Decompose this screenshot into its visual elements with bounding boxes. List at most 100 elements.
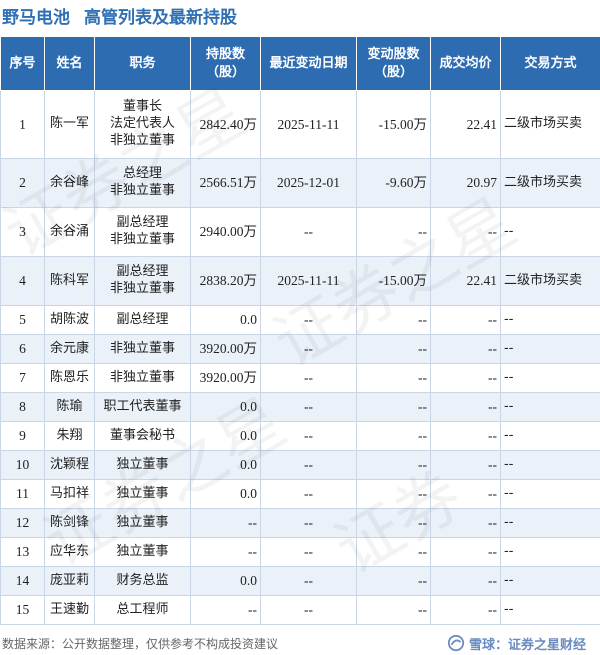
table-row: 6 余元康 非独立董事 3920.00万 -- -- -- -- <box>0 334 600 364</box>
column-header-text: 姓名 <box>56 55 83 71</box>
column-header: 姓名 <box>44 36 95 91</box>
cell-position: 总工程师 <box>94 595 191 625</box>
column-header-text: 最近变动日期 <box>269 55 348 71</box>
table-row: 5 胡陈波 副总经理 0.0 -- -- -- -- <box>0 305 600 335</box>
cell-shares: 2842.40万 <box>190 90 261 159</box>
column-header-text: 职务 <box>129 55 156 71</box>
cell-change: -- <box>356 334 431 364</box>
cell-change: -- <box>356 450 431 480</box>
table-row: 8 陈瑜 职工代表董事 0.0 -- -- -- -- <box>0 392 600 422</box>
cell-shares: -- <box>190 595 261 625</box>
cell-position: 副总经理 非独立董事 <box>94 207 191 257</box>
cell-name: 余谷峰 <box>44 158 95 208</box>
cell-name: 陈科军 <box>44 256 95 306</box>
cell-name: 沈颖程 <box>44 450 95 480</box>
brand-mark: 雪球：证券之星财经 <box>447 634 600 653</box>
cell-name: 陈瑜 <box>44 392 95 422</box>
cell-method: -- <box>500 595 600 625</box>
column-header-text: （股） <box>205 64 245 80</box>
cell-price: -- <box>430 595 501 625</box>
cell-change: -- <box>356 421 431 451</box>
table-row: 14 庞亚莉 财务总监 0.0 -- -- -- -- <box>0 566 600 596</box>
cell-name: 胡陈波 <box>44 305 95 335</box>
cell-method: 二级市场买卖 <box>500 90 600 159</box>
position-line: 财务总监 <box>116 572 169 588</box>
position-line: 总工程师 <box>116 601 169 617</box>
column-header: 序号 <box>0 36 45 91</box>
table-row: 4 陈科军 副总经理 非独立董事 2838.20万 2025-11-11 -15.00万 22… <box>0 256 600 306</box>
cell-position: 职工代表董事 <box>94 392 191 422</box>
position-line: 副总经理 <box>116 264 169 280</box>
table-row: 12 陈剑锋 独立董事 -- -- -- -- -- <box>0 508 600 538</box>
cell-index: 12 <box>0 508 45 538</box>
cell-date: -- <box>260 305 357 335</box>
cell-name: 陈一军 <box>44 90 95 159</box>
cell-change: -- <box>356 479 431 509</box>
column-header-text: 成交均价 <box>439 55 492 71</box>
cell-price: -- <box>430 537 501 567</box>
cell-position: 独立董事 <box>94 508 191 538</box>
column-header: 成交均价 <box>430 36 501 91</box>
cell-price: -- <box>430 508 501 538</box>
cell-index: 1 <box>0 90 45 159</box>
cell-index: 6 <box>0 334 45 364</box>
position-line: 非独立董事 <box>109 132 175 148</box>
cell-index: 8 <box>0 392 45 422</box>
table-body: 1 陈一军 董事长 法定代表人 非独立董事 2842.40万 2025-11-11 -15.0… <box>0 90 600 625</box>
cell-position: 财务总监 <box>94 566 191 596</box>
cell-method: -- <box>500 421 600 451</box>
table-row: 3 余谷涌 副总经理 非独立董事 2940.00万 -- -- -- -- <box>0 207 600 257</box>
column-header-text: 序号 <box>9 55 36 71</box>
cell-shares: 2838.20万 <box>190 256 261 306</box>
position-line: 非独立董事 <box>109 281 175 296</box>
cell-name: 王速勤 <box>44 595 95 625</box>
cell-position: 独立董事 <box>94 479 191 509</box>
cell-price: 22.41 <box>430 256 501 306</box>
cell-index: 3 <box>0 207 45 257</box>
table-header-row: 序号 姓名 职务 持股数 （股） 最近变动日期 变动股数 （股） 成交均价 交易方式 <box>0 36 600 91</box>
cell-method: 二级市场买卖 <box>500 256 600 306</box>
position-line: 董事会秘书 <box>109 427 175 443</box>
footer: 数据来源：公开数据整理，仅供参考不构成投资建议 雪球：证券之星财经 <box>0 631 600 655</box>
cell-date: 2025-11-11 <box>260 256 357 306</box>
cell-method: -- <box>500 450 600 480</box>
cell-index: 4 <box>0 256 45 306</box>
cell-index: 11 <box>0 479 45 509</box>
cell-price: 22.41 <box>430 90 501 159</box>
position-line: 独立董事 <box>116 485 169 501</box>
cell-method: 二级市场买卖 <box>500 158 600 208</box>
position-line: 总经理 <box>122 166 162 182</box>
cell-price: -- <box>430 421 501 451</box>
cell-price: -- <box>430 450 501 480</box>
cell-index: 13 <box>0 537 45 567</box>
cell-date: -- <box>260 479 357 509</box>
cell-method: -- <box>500 305 600 335</box>
cell-date: -- <box>260 508 357 538</box>
cell-position: 总经理 非独立董事 <box>94 158 191 208</box>
cell-change: -- <box>356 537 431 567</box>
cell-shares: 2566.51万 <box>190 158 261 208</box>
cell-change: -15.00万 <box>356 90 431 159</box>
cell-shares: 0.0 <box>190 450 261 480</box>
position-line: 副总经理 <box>116 311 169 327</box>
cell-position: 独立董事 <box>94 450 191 480</box>
cell-change: -15.00万 <box>356 256 431 306</box>
cell-price: -- <box>430 392 501 422</box>
cell-price: -- <box>430 566 501 596</box>
table-row: 1 陈一军 董事长 法定代表人 非独立董事 2842.40万 2025-11-11 -15.0… <box>0 90 600 159</box>
column-header: 最近变动日期 <box>260 36 357 91</box>
cell-shares: 0.0 <box>190 566 261 596</box>
column-header: 持股数 （股） <box>190 36 261 91</box>
cell-position: 独立董事 <box>94 537 191 567</box>
cell-change: -- <box>356 392 431 422</box>
cell-index: 7 <box>0 363 45 393</box>
cell-position: 副总经理 <box>94 305 191 335</box>
cell-change: -- <box>356 595 431 625</box>
cell-position: 非独立董事 <box>94 363 191 393</box>
cell-shares: -- <box>190 508 261 538</box>
cell-name: 朱翔 <box>44 421 95 451</box>
cell-index: 10 <box>0 450 45 480</box>
cell-position: 董事长 法定代表人 非独立董事 <box>94 90 191 159</box>
cell-shares: 0.0 <box>190 305 261 335</box>
cell-name: 余谷涌 <box>44 207 95 257</box>
